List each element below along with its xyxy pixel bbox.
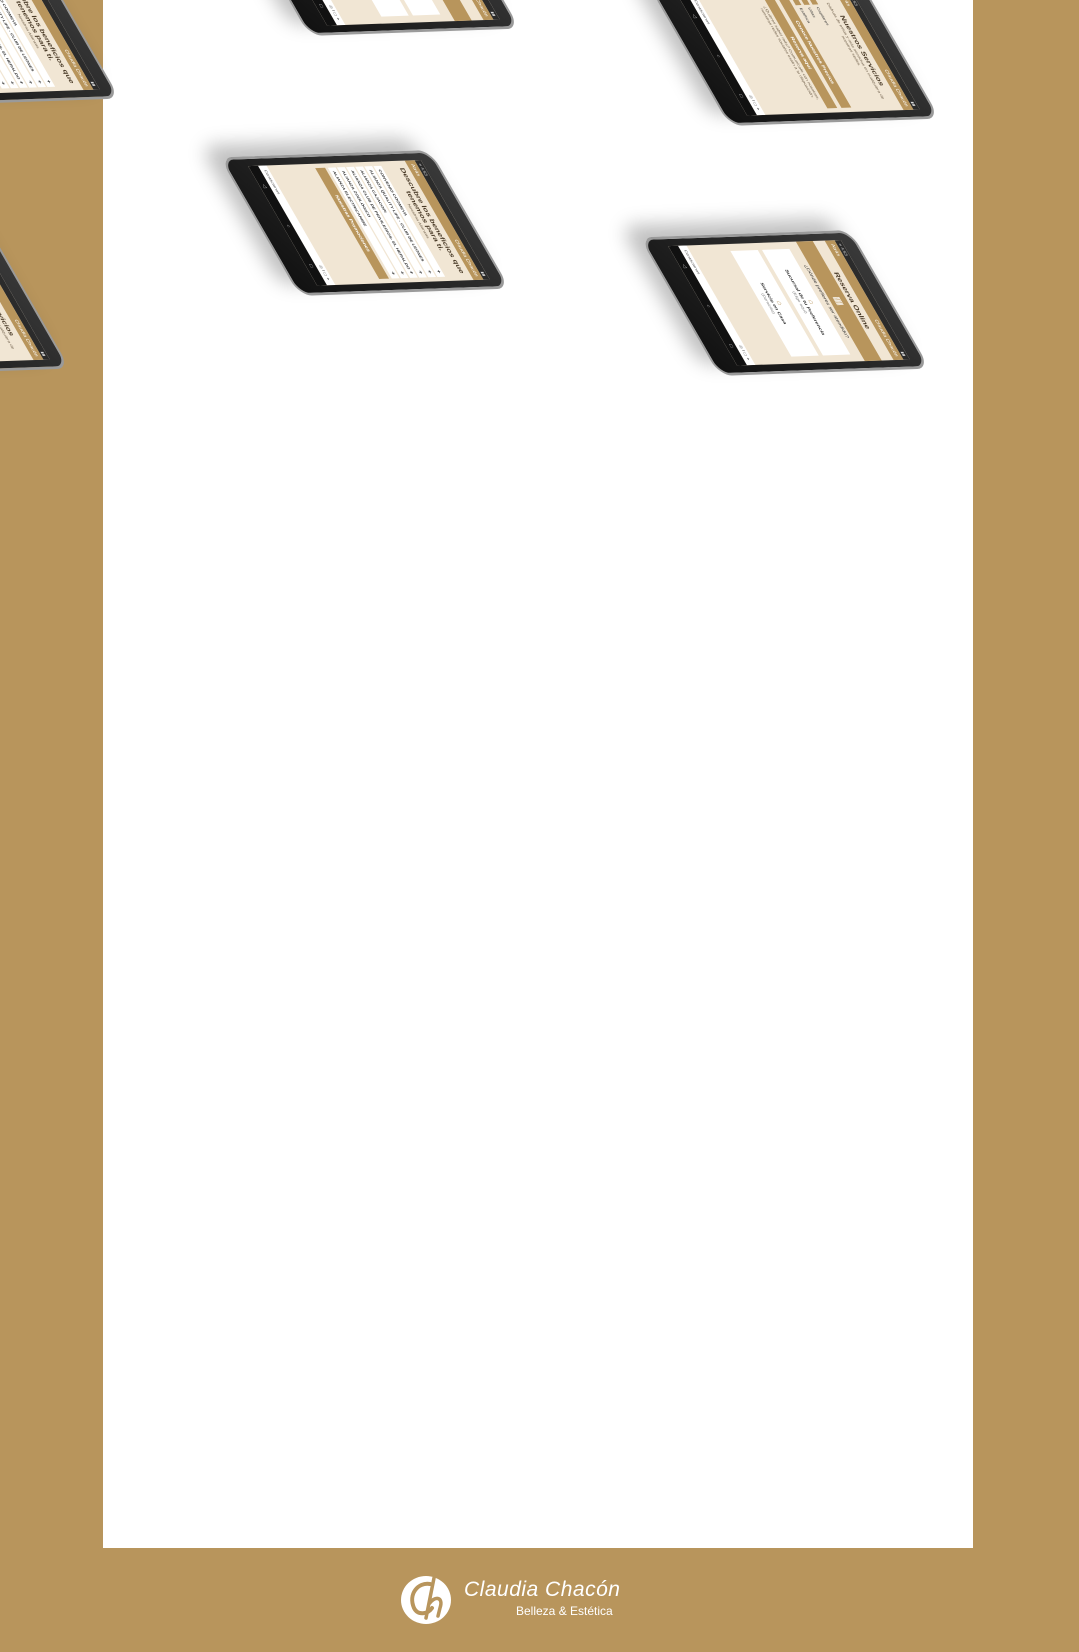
plus-icon: + bbox=[425, 270, 433, 274]
phone-servicios-mid: ≡ 4:53▮▮ Atrás Claudia Chacón Nuestros S… bbox=[0, 230, 71, 376]
home-nav-icon[interactable]: ○ bbox=[705, 304, 711, 307]
recents-nav-icon[interactable]: □ bbox=[738, 94, 744, 97]
phone-mockup-gallery: ≡ 4:53▮▮ Atrás Claudia Chacón Descubre l… bbox=[0, 0, 1079, 570]
plus-icon: + bbox=[17, 80, 25, 85]
plus-icon: + bbox=[35, 80, 43, 84]
brand-logo: Claudia Chacón Belleza & Estética bbox=[396, 1566, 686, 1630]
android-nav-bar: ◁ ○ □ bbox=[678, 0, 757, 116]
plus-icon: + bbox=[44, 79, 52, 84]
plus-icon: + bbox=[434, 269, 442, 274]
phone-reserva-mid: ≡ 4:53 ▮▮ Atrás Claudia Chacón Reserva On… bbox=[639, 230, 930, 376]
phone-servicios-top: ≡ 4:53▮▮ Atrás Claudia Chacón Nuestros S… bbox=[649, 0, 940, 126]
android-nav-bar: ◁ ○ □ bbox=[248, 165, 327, 286]
phone-beneficios-mid: ≡ 4:53 ▮▮ Atrás Claudia Chacón Descubre l… bbox=[219, 150, 511, 296]
home-nav-icon[interactable]: ○ bbox=[285, 224, 291, 227]
phone-screen: ≡ 4:53▮▮ Atrás Claudia Chacón Descubre l… bbox=[0, 0, 100, 96]
android-nav-bar: ◁ ○ □ bbox=[668, 245, 747, 366]
back-nav-icon[interactable]: ◁ bbox=[681, 264, 688, 268]
plus-icon: + bbox=[398, 271, 406, 275]
plus-icon: + bbox=[407, 270, 415, 275]
recents-nav-icon[interactable]: □ bbox=[728, 344, 734, 347]
home-nav-icon[interactable]: ○ bbox=[715, 54, 721, 57]
face-icon bbox=[790, 0, 802, 6]
phone-reserva-top: ≡ 4:53▮▮ Atrás Claudia Chacón Reserva On… bbox=[229, 0, 521, 36]
calendar-icon: ▦ bbox=[831, 295, 847, 307]
phone-screen: ≡ 4:53▮▮ Atrás Claudia Chacón Nuestros S… bbox=[0, 240, 50, 366]
plus-icon: + bbox=[0, 81, 7, 86]
phone-beneficios-top: ≡ 4:53▮▮ Atrás Claudia Chacón Descubre l… bbox=[0, 0, 121, 106]
phone-screen: ≡ 4:53▮▮ Atrás Claudia Chacón Nuestros S… bbox=[678, 0, 920, 116]
brand-tagline: Belleza & Estética bbox=[516, 1604, 613, 1618]
house-icon: ⌂ bbox=[337, 0, 403, 14]
back-nav-icon[interactable]: ◁ bbox=[691, 14, 698, 18]
phone-screen: ≡ 4:53▮▮ Atrás Claudia Chacón Reserva On… bbox=[258, 0, 500, 26]
plus-icon: + bbox=[8, 81, 16, 85]
plus-icon: + bbox=[416, 270, 424, 275]
recents-nav-icon[interactable]: □ bbox=[308, 264, 314, 267]
plus-icon: + bbox=[26, 80, 34, 85]
logo-monogram-icon bbox=[396, 1568, 456, 1628]
back-nav-icon[interactable]: ◁ bbox=[261, 184, 268, 188]
logo-text: Claudia Chacón Belleza & Estética bbox=[464, 1578, 620, 1618]
android-nav-bar: ◁○□ bbox=[258, 0, 337, 26]
plus-icon: + bbox=[389, 271, 397, 276]
recents-nav-icon[interactable]: □ bbox=[318, 4, 324, 7]
brand-name: Claudia Chacón bbox=[464, 1578, 621, 1601]
phone-screen: ≡ 4:53▮▮ Atrás Claudia Chacón Descubre l… bbox=[248, 160, 490, 286]
phone-screen: ≡ 4:53▮▮ Atrás Claudia Chacón Reserva On… bbox=[668, 240, 910, 366]
